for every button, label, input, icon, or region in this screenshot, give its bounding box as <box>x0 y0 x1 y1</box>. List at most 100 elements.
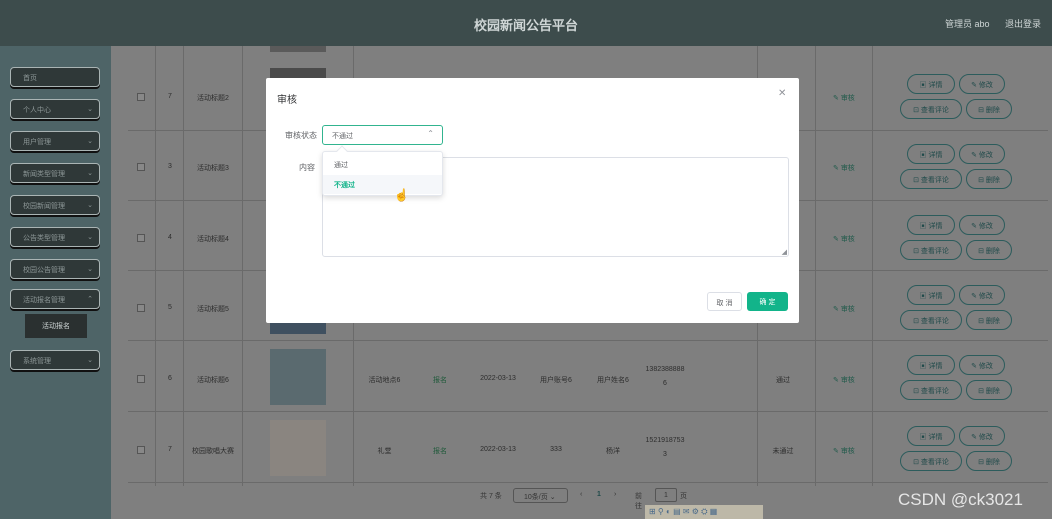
sidebar-item-label: 新闻类型管理 <box>23 171 65 178</box>
row-audit-result: 通过 <box>776 377 790 384</box>
goto-page-input[interactable]: 1 <box>655 488 677 502</box>
row-checkbox[interactable] <box>137 304 145 312</box>
chevron-down-icon: ⌄ <box>549 494 556 501</box>
edit-button[interactable]: ✎ 修改 <box>959 74 1005 94</box>
table-row <box>128 343 1048 412</box>
sidebar-item-news-types[interactable]: 新闻类型管理 ⌄ <box>10 163 100 183</box>
audit-link[interactable]: ✎ 审核 <box>833 234 855 244</box>
dialog-title: 审核 <box>277 95 297 106</box>
delete-button[interactable]: ⊟ 删除 <box>966 240 1012 260</box>
row-checkbox[interactable] <box>137 375 145 383</box>
edit-icon: ✎ <box>971 82 979 89</box>
delete-icon: ⊟ <box>978 177 986 184</box>
edit-button-label: 修改 <box>978 223 993 230</box>
chevron-down-icon: ⌄ <box>87 202 93 209</box>
comment-button[interactable]: ⊡ 查看评论 <box>900 240 962 260</box>
sidebar-item-system[interactable]: 系统管理 ⌄ <box>10 350 100 370</box>
row-number: 3 <box>168 163 172 170</box>
edit-icon: ✎ <box>833 95 841 102</box>
status-option-pass[interactable]: 通过 <box>323 155 442 174</box>
cancel-button[interactable]: 取 消 <box>707 292 742 311</box>
sidebar-subitem-activity-signup[interactable]: 活动报名 <box>25 314 87 338</box>
detail-button[interactable]: ▣ 详情 <box>907 144 955 164</box>
row-date: 2022-03-13 <box>480 375 516 382</box>
comment-button[interactable]: ⊡ 查看评论 <box>900 169 962 189</box>
detail-button[interactable]: ▣ 详情 <box>907 426 955 446</box>
comment-button-label: 查看评论 <box>920 388 949 395</box>
delete-button[interactable]: ⊟ 删除 <box>966 99 1012 119</box>
page-number[interactable]: 1 <box>597 491 601 498</box>
delete-icon: ⊟ <box>978 107 986 114</box>
chevron-down-icon: ⌄ <box>87 234 93 241</box>
delete-button[interactable]: ⊟ 删除 <box>966 169 1012 189</box>
row-checkbox[interactable] <box>137 163 145 171</box>
delete-button[interactable]: ⊟ 删除 <box>966 451 1012 471</box>
comment-button-label: 查看评论 <box>920 318 949 325</box>
edit-button[interactable]: ✎ 修改 <box>959 426 1005 446</box>
sidebar-item-home[interactable]: 首页 <box>10 67 100 87</box>
prev-page-icon[interactable]: ‹ <box>580 491 582 498</box>
detail-button[interactable]: ▣ 详情 <box>907 215 955 235</box>
row-account: 用户账号6 <box>540 377 572 384</box>
logout-link[interactable]: 退出登录 <box>1005 17 1041 30</box>
sidebar-item-news[interactable]: 校园新闻管理 ⌄ <box>10 195 100 215</box>
sidebar-item-label: 用户管理 <box>23 139 51 146</box>
sidebar-item-notice-types[interactable]: 公告类型管理 ⌄ <box>10 227 100 247</box>
row-checkbox[interactable] <box>137 93 145 101</box>
row-checkbox[interactable] <box>137 234 145 242</box>
comment-button[interactable]: ⊡ 查看评论 <box>900 380 962 400</box>
audit-link[interactable]: ✎ 审核 <box>833 375 855 385</box>
status-select-value: 不通过 <box>332 133 353 140</box>
delete-button-label: 删除 <box>985 107 1000 114</box>
status-option-fail[interactable]: 不通过 <box>323 175 442 194</box>
next-page-icon[interactable]: › <box>614 491 616 498</box>
row-title: 校园歌唱大赛 <box>192 448 234 455</box>
row-checkbox[interactable] <box>137 446 145 454</box>
audit-link-label: 审核 <box>840 165 855 172</box>
detail-button[interactable]: ▣ 详情 <box>907 74 955 94</box>
comment-icon: ⊡ <box>913 107 921 114</box>
sidebar-item-users[interactable]: 用户管理 ⌄ <box>10 131 100 151</box>
comment-button[interactable]: ⊡ 查看评论 <box>900 451 962 471</box>
detail-button[interactable]: ▣ 详情 <box>907 355 955 375</box>
close-icon[interactable]: ✕ <box>778 88 786 99</box>
goto-label: 前往 <box>635 493 642 510</box>
hand-cursor-icon: ☝ <box>394 188 409 202</box>
row-thumbnail <box>270 420 326 476</box>
row-date: 2022-03-13 <box>480 446 516 453</box>
chevron-down-icon: ⌄ <box>87 170 93 177</box>
chevron-up-icon: ⌃ <box>87 296 93 303</box>
status-label: 审核状态 <box>285 131 317 140</box>
delete-button-label: 删除 <box>985 318 1000 325</box>
delete-button[interactable]: ⊟ 删除 <box>966 310 1012 330</box>
comment-button-label: 查看评论 <box>920 177 949 184</box>
audit-link[interactable]: ✎ 审核 <box>833 93 855 103</box>
confirm-button[interactable]: 确 定 <box>747 292 788 311</box>
page-size-select[interactable]: 10条/页 ⌄ <box>513 488 568 503</box>
comment-button[interactable]: ⊡ 查看评论 <box>900 310 962 330</box>
delete-icon: ⊟ <box>978 459 986 466</box>
comment-button[interactable]: ⊡ 查看评论 <box>900 99 962 119</box>
audit-link[interactable]: ✎ 审核 <box>833 163 855 173</box>
detail-button[interactable]: ▣ 详情 <box>907 285 955 305</box>
edit-button[interactable]: ✎ 修改 <box>959 355 1005 375</box>
chevron-down-icon: ⌄ <box>87 138 93 145</box>
audit-dialog: 审核 ✕ 审核状态 不通过 ⌃ 内容 ◢ 取 消 确 定 <box>266 78 799 323</box>
comment-icon: ⊡ <box>913 388 921 395</box>
delete-button-label: 删除 <box>985 388 1000 395</box>
edit-button[interactable]: ✎ 修改 <box>959 215 1005 235</box>
sidebar-item-notices[interactable]: 校园公告管理 ⌄ <box>10 259 100 279</box>
delete-button[interactable]: ⊟ 删除 <box>966 380 1012 400</box>
resize-handle-icon[interactable]: ◢ <box>782 248 787 256</box>
edit-button[interactable]: ✎ 修改 <box>959 285 1005 305</box>
audit-link[interactable]: ✎ 审核 <box>833 304 855 314</box>
sidebar-item-activities[interactable]: 活动报名管理 ⌃ <box>10 289 100 309</box>
edit-button[interactable]: ✎ 修改 <box>959 144 1005 164</box>
status-select[interactable]: 不通过 ⌃ <box>322 125 443 145</box>
edit-icon: ✎ <box>971 363 979 370</box>
audit-link[interactable]: ✎ 审核 <box>833 446 855 456</box>
sidebar-item-profile[interactable]: 个人中心 ⌄ <box>10 99 100 119</box>
row-thumbnail <box>270 46 326 52</box>
row-account: 333 <box>550 446 562 453</box>
row-thumbnail <box>270 349 326 405</box>
